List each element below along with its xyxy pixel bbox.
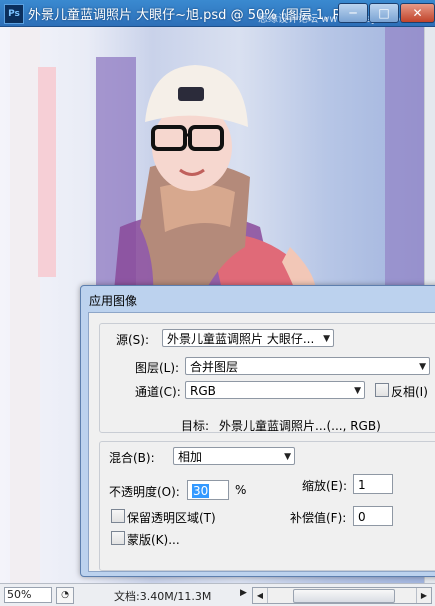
blending-label: 混合(B):: [109, 451, 155, 465]
offset-input[interactable]: 0: [353, 506, 393, 526]
layer-label: 图层(L):: [135, 361, 180, 375]
photoshop-icon: Ps: [4, 4, 24, 24]
scroll-left-icon[interactable]: ◀: [253, 588, 268, 603]
status-menu-arrow-icon[interactable]: ▶: [240, 588, 247, 598]
target-value: 外景儿童蓝调照片...(..., RGB): [219, 419, 381, 433]
source-select[interactable]: 外景儿童蓝调照片 大眼仔... ▼: [162, 329, 334, 347]
opacity-input[interactable]: 30: [187, 480, 229, 500]
source-value: 外景儿童蓝调照片 大眼仔...: [167, 332, 315, 346]
scroll-thumb[interactable]: [293, 589, 395, 603]
opacity-label: 不透明度(O):: [109, 485, 180, 499]
maximize-icon: □: [378, 6, 390, 20]
invert-checkbox[interactable]: [375, 383, 389, 397]
status-bar: 50% ◔ 文档:3.40M/11.3M ▶ ◀ ▶: [0, 583, 435, 606]
chevron-down-icon: ▼: [419, 362, 426, 372]
opacity-value: 30: [192, 484, 210, 498]
dialog-title: 应用图像: [89, 294, 138, 308]
preserve-transparency-label: 保留透明区域(T): [127, 511, 216, 525]
layer-value: 合并图层: [190, 360, 239, 374]
maximize-button[interactable]: □: [369, 3, 399, 23]
layer-select[interactable]: 合并图层 ▼: [185, 357, 430, 375]
preserve-transparency-checkbox[interactable]: [111, 509, 125, 523]
close-icon: ✕: [412, 6, 423, 20]
mask-checkbox[interactable]: [111, 531, 125, 545]
target-label: 目标:: [181, 419, 210, 433]
invert-label: 反相(I): [391, 385, 428, 399]
document-size: 文档:3.40M/11.3M: [114, 590, 212, 603]
close-button[interactable]: ✕: [400, 3, 435, 23]
scroll-right-icon[interactable]: ▶: [416, 588, 431, 603]
dialog-body: 源(S): 外景儿童蓝调照片 大眼仔... ▼ 图层(L): 合并图层 ▼ 通道…: [88, 312, 435, 572]
apply-image-dialog: 应用图像 源(S): 外景儿童蓝调照片 大眼仔... ▼ 图层(L): 合并图层…: [80, 285, 435, 577]
minimize-button[interactable]: ─: [338, 3, 368, 23]
scale-label: 缩放(E):: [302, 479, 347, 493]
navigator-icon[interactable]: ◔: [56, 587, 74, 604]
source-label: 源(S):: [116, 333, 150, 347]
channel-value: RGB: [190, 384, 216, 398]
chevron-down-icon: ▼: [284, 452, 291, 462]
zoom-level-field[interactable]: 50%: [4, 587, 52, 603]
channel-select[interactable]: RGB ▼: [185, 381, 365, 399]
minimize-icon: ─: [349, 6, 357, 20]
channel-label: 通道(C):: [135, 385, 181, 399]
blending-select[interactable]: 相加 ▼: [173, 447, 295, 465]
blending-value: 相加: [178, 450, 203, 464]
scale-input[interactable]: 1: [353, 474, 393, 494]
chevron-down-icon: ▼: [323, 334, 330, 344]
opacity-unit: %: [235, 483, 247, 497]
chevron-down-icon: ▼: [354, 386, 361, 396]
window-titlebar[interactable]: Ps 外景儿童蓝调照片 大眼仔~旭.psd @ 50% (图层 1, RG 思缘…: [0, 0, 435, 27]
horizontal-scrollbar[interactable]: ◀ ▶: [252, 587, 432, 604]
mask-label: 蒙版(K)...: [127, 533, 180, 547]
offset-label: 补偿值(F):: [290, 511, 347, 525]
